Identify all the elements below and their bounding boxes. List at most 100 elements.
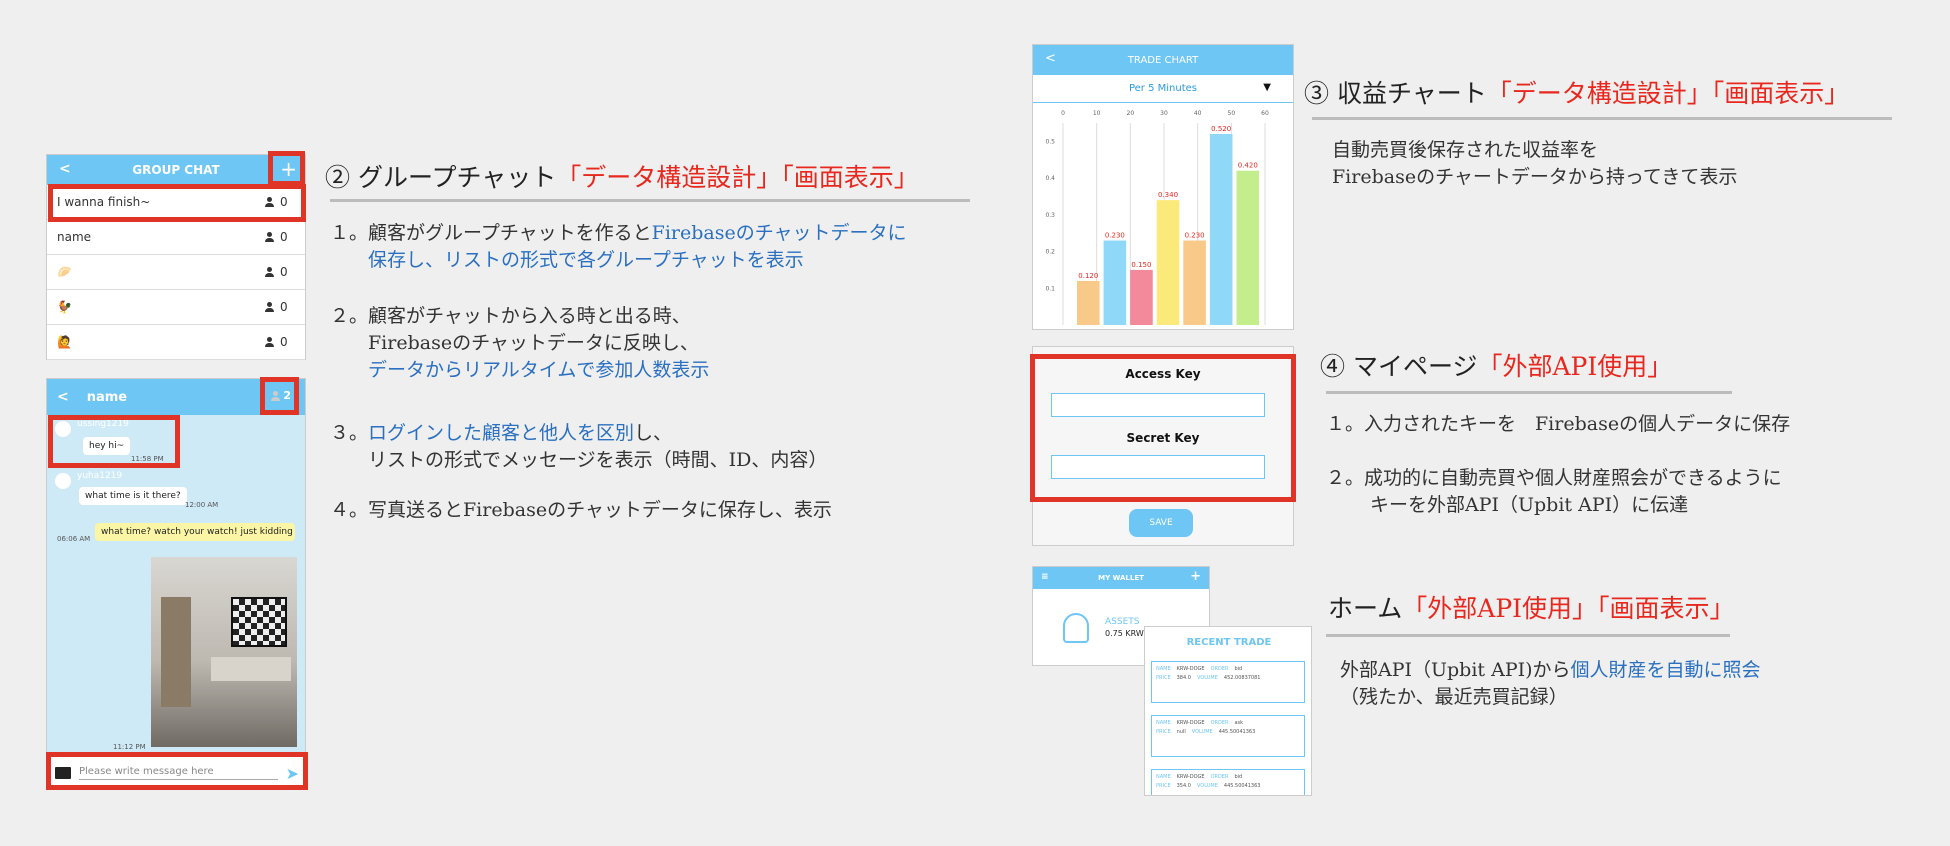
- trade-chart-screen: < TRADE CHART Per 5 Minutes ▼ 0 10 20 30 40 5…: [1032, 44, 1294, 330]
- person-icon: [265, 267, 274, 277]
- y-tick-label: 0.3: [1045, 212, 1055, 219]
- tv-image: [231, 597, 287, 647]
- text-span: し、: [634, 422, 673, 444]
- room-name: 🥟: [57, 265, 72, 279]
- section2-num: ②: [325, 163, 351, 192]
- divider: [1312, 117, 1892, 120]
- section2-item1: １。顧客がグループチャットを作るとFirebaseのチャットデータに 保存し、リ…: [330, 220, 990, 274]
- trade-card[interactable]: NAME KRW-DOGE ORDER ask PRICE null VOLUME 445.…: [1151, 715, 1305, 757]
- bar: [1156, 200, 1180, 325]
- room-count-value: 0: [280, 300, 288, 314]
- back-icon[interactable]: <: [57, 389, 69, 405]
- back-icon[interactable]: <: [59, 161, 71, 177]
- section4-title: マイページ: [1352, 352, 1478, 381]
- tv-stand-image: [211, 657, 291, 681]
- bar: [1077, 280, 1100, 325]
- home-title: ホーム: [1328, 594, 1403, 623]
- bar: [1103, 240, 1127, 325]
- assets-value: 0.75 KRW: [1105, 629, 1144, 638]
- x-tick-label: 30: [1160, 110, 1168, 117]
- section4-item2: ２。成功的に自動売買や個人財産照会ができるように キーを外部API（Upbit …: [1326, 465, 1782, 519]
- y-tick-label: 0.2: [1045, 249, 1055, 256]
- chat-room-row[interactable]: 🥟 0: [47, 255, 305, 290]
- group-chat-header: < GROUP CHAT +: [47, 155, 305, 185]
- room-name: name: [57, 230, 92, 244]
- trade-order: bid: [1234, 666, 1243, 672]
- room-name: 🙋: [57, 335, 72, 349]
- back-icon[interactable]: <: [1045, 51, 1056, 66]
- plus-icon[interactable]: +: [1190, 569, 1201, 584]
- message-time: 12:00 AM: [185, 501, 219, 509]
- message-time: 06:06 AM: [57, 535, 91, 543]
- trade-volume: 452.00837081: [1223, 675, 1261, 681]
- highlight-key-inputs: [1030, 354, 1296, 502]
- wallet-title: MY WALLET: [1098, 574, 1144, 582]
- interval-select[interactable]: Per 5 Minutes ▼: [1033, 75, 1293, 103]
- bar-value-label: 0.230: [1185, 232, 1205, 240]
- chat-room-row[interactable]: name 0: [47, 220, 305, 255]
- text-span: ２。成功的に自動売買や個人財産照会ができるように: [1326, 467, 1782, 489]
- x-tick-label: 40: [1194, 110, 1202, 117]
- section4-item1: １。入力されたキーを Firebaseの個人データに保存: [1326, 413, 1791, 435]
- person-icon: [265, 337, 274, 347]
- room-name: 🐓: [57, 300, 72, 314]
- highlight-room-row: [48, 184, 306, 222]
- trade-field-label: NAME: [1156, 720, 1171, 726]
- bookshelf-image: [161, 597, 191, 707]
- home-tag1: 「外部API使用」: [1402, 594, 1598, 623]
- section3-heading: ③ 収益チャート「データ構造設計」「画面表示」: [1304, 74, 1849, 110]
- x-tick-label: 60: [1261, 110, 1269, 117]
- trade-card[interactable]: NAME KRW-DOGE ORDER bid PRICE 384.0 VOLUME 452…: [1151, 661, 1305, 703]
- trade-field-label: VOLUME: [1196, 783, 1218, 789]
- trade-chart-title: TRADE CHART: [1127, 54, 1199, 66]
- person-icon: [265, 302, 274, 312]
- room-count: 0: [265, 230, 295, 244]
- group-chat-title: GROUP CHAT: [132, 163, 220, 177]
- photo-message[interactable]: [151, 557, 297, 747]
- section3-tag1: 「データ構造設計」: [1486, 79, 1712, 108]
- trade-price: null: [1176, 729, 1186, 735]
- menu-icon[interactable]: ≡: [1041, 572, 1049, 582]
- trade-name: KRW-DOGE: [1176, 666, 1205, 672]
- text-span: Firebaseのチャートデータから持ってきて表示: [1332, 166, 1738, 188]
- trade-field-label: PRICE: [1156, 783, 1171, 789]
- text-span: ログインした顧客と他人を区別: [368, 422, 635, 444]
- home-heading: ホーム「外部API使用」「画面表示」: [1328, 589, 1735, 625]
- trade-field-label: VOLUME: [1196, 675, 1218, 681]
- highlight-participants: [260, 377, 299, 415]
- chat-room-row[interactable]: 🐓 0: [47, 290, 305, 325]
- section3-num: ③: [1304, 79, 1330, 108]
- section2-tag2: 「画面表示」: [781, 163, 919, 192]
- room-count: 0: [265, 300, 295, 314]
- save-button[interactable]: SAVE: [1129, 509, 1193, 537]
- trade-chart-header: < TRADE CHART: [1033, 45, 1293, 75]
- trade-field-label: PRICE: [1156, 729, 1171, 735]
- bar: [1236, 170, 1260, 325]
- x-tick-label: 10: [1093, 110, 1101, 117]
- trade-card[interactable]: NAME KRW-DOGE ORDER bid PRICE 354.0 VOLUME 445…: [1151, 769, 1305, 795]
- trade-name: KRW-DOGE: [1176, 720, 1205, 726]
- recent-trade-screen: RECENT TRADE NAME KRW-DOGE ORDER bid PRICE 3…: [1144, 626, 1312, 796]
- bar: [1183, 240, 1206, 325]
- text-span: 自動売買後保存された収益率を: [1332, 139, 1599, 161]
- photo-time: 11:12 PM: [113, 743, 146, 751]
- trade-name: KRW-DOGE: [1176, 774, 1205, 780]
- text-span: 個人財産を自動に照会: [1570, 659, 1761, 681]
- room-count: 0: [265, 265, 295, 279]
- bar-value-label: 0.230: [1105, 232, 1125, 240]
- section2-item4: ４。写真送るとFirebaseのチャットデータに保存し、表示: [330, 499, 832, 521]
- recent-trade-title: RECENT TRADE: [1186, 637, 1272, 648]
- user-icon: [1063, 613, 1089, 643]
- text-span: リストの形式でメッセージを表示（時間、ID、内容）: [368, 449, 828, 471]
- section3-tag2: 「画面表示」: [1711, 79, 1850, 108]
- section3-title: 収益チャート: [1336, 79, 1487, 108]
- room-count-value: 0: [280, 335, 288, 349]
- trade-field-label: NAME: [1156, 774, 1171, 780]
- avatar: [55, 473, 71, 489]
- x-tick-label: 50: [1228, 110, 1236, 117]
- text-span: Firebaseのチャットデータに: [651, 222, 907, 244]
- trade-field-label: NAME: [1156, 666, 1171, 672]
- room-count-value: 0: [280, 265, 288, 279]
- chat-room-row[interactable]: 🙋 0: [47, 325, 305, 360]
- section2-tag1: 「データ構造設計」: [556, 163, 782, 192]
